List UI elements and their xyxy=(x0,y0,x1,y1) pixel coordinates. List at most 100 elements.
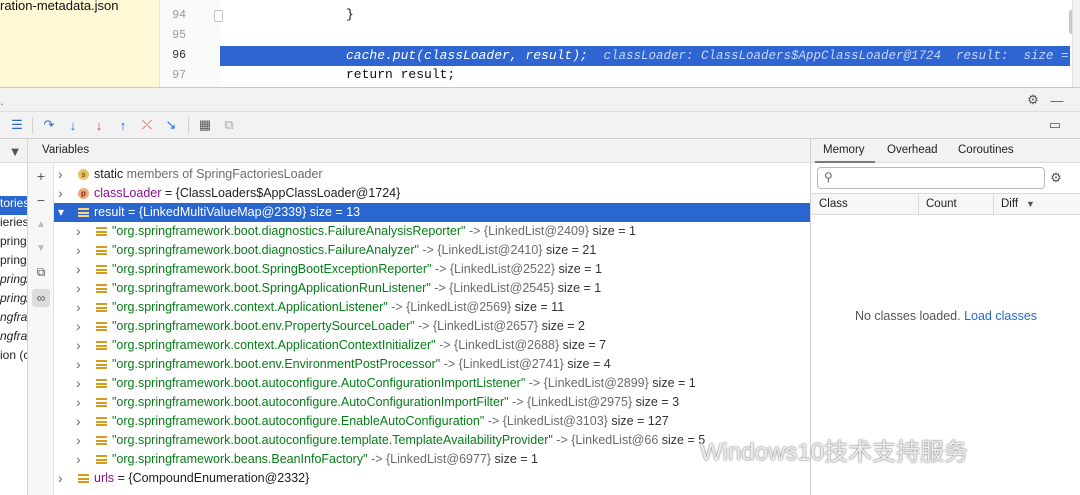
column-diff[interactable]: Diff xyxy=(1001,198,1018,210)
chevron-right-icon[interactable]: › xyxy=(76,260,86,279)
frame-item[interactable]: pringA xyxy=(0,234,27,253)
copy-icon[interactable]: ⧉ xyxy=(32,263,50,281)
map-key: "org.springframework.boot.SpringApplicat… xyxy=(112,281,431,295)
drop-frame-icon[interactable]: ⤫ xyxy=(138,116,156,134)
row-text: "org.springframework.boot.autoconfigure.… xyxy=(112,412,669,431)
chevron-right-icon[interactable]: › xyxy=(76,355,86,374)
list-field-icon xyxy=(96,283,107,294)
gear-icon[interactable]: ⚙ xyxy=(1024,91,1042,109)
code-line-current: cache.put(classLoader, result); classLoa… xyxy=(346,48,1069,63)
debug-tab-marker-icon[interactable]: ˎ xyxy=(0,92,4,106)
sort-down-icon[interactable]: ▼ xyxy=(1026,199,1035,209)
row-text: "org.springframework.boot.diagnostics.Fa… xyxy=(112,241,596,260)
map-value: -> {LinkedList@2522} xyxy=(431,262,555,276)
map-entry-row[interactable]: › "org.springframework.boot.SpringBootExc… xyxy=(54,260,810,279)
frame-item[interactable]: ngfra xyxy=(0,310,27,329)
frame-item[interactable]: pringA xyxy=(0,253,27,272)
add-watch-icon[interactable]: + xyxy=(32,167,50,185)
filter-icon[interactable]: ▼ xyxy=(6,142,24,160)
chevron-right-icon[interactable]: › xyxy=(58,184,68,203)
step-over-icon[interactable]: ↷ xyxy=(40,116,58,134)
map-entry-row[interactable]: › "org.springframework.boot.autoconfigure… xyxy=(54,431,810,450)
code-text: cache.put(classLoader, result); xyxy=(346,48,588,63)
map-entry-row[interactable]: › "org.springframework.boot.env.PropertyS… xyxy=(54,317,810,336)
inline-debug-hint: classLoader: ClassLoaders$AppClassLoader… xyxy=(603,49,1069,63)
map-entry-row[interactable]: › "org.springframework.boot.autoconfigure… xyxy=(54,412,810,431)
watches-toggle-icon[interactable]: ∞ xyxy=(32,289,50,307)
variables-tree[interactable]: › s static members of SpringFactoriesLoade… xyxy=(54,163,810,495)
fold-marker-icon[interactable] xyxy=(214,10,223,22)
move-up-icon[interactable]: ▲ xyxy=(32,215,50,233)
frame-label: ion (c xyxy=(0,348,28,362)
map-entry-row[interactable]: › "org.springframework.boot.autoconfigure… xyxy=(54,393,810,412)
chevron-right-icon[interactable]: › xyxy=(76,412,86,431)
map-key: "org.springframework.context.Application… xyxy=(112,300,388,314)
column-count[interactable]: Count xyxy=(926,198,957,210)
map-value: -> {LinkedList@2545} xyxy=(430,281,555,295)
frame-item[interactable]: ion (c xyxy=(0,348,28,367)
frame-item[interactable]: ngfra xyxy=(0,329,27,348)
map-entry-row[interactable]: › "org.springframework.boot.diagnostics.F… xyxy=(54,241,810,260)
chevron-right-icon[interactable]: › xyxy=(58,165,68,184)
chevron-right-icon[interactable]: › xyxy=(76,450,86,469)
gear-icon[interactable]: ⚙ xyxy=(1047,169,1065,187)
minimize-icon[interactable]: — xyxy=(1048,91,1066,109)
trace-icon[interactable]: ⧉ xyxy=(220,116,238,134)
variable-row[interactable]: › urls = {CompoundEnumeration@2332} xyxy=(54,469,810,488)
parameter-icon: p xyxy=(78,188,89,199)
chevron-right-icon[interactable]: › xyxy=(76,241,86,260)
variable-name: result xyxy=(94,205,125,219)
variable-row[interactable]: ▾ result = {LinkedMultiValueMap@2339} siz… xyxy=(54,203,810,222)
force-step-into-icon[interactable]: ↓ xyxy=(90,116,108,134)
load-classes-link[interactable]: Load classes xyxy=(964,309,1037,323)
map-entry-row[interactable]: › "org.springframework.context.Applicatio… xyxy=(54,336,810,355)
step-into-icon[interactable]: ↓ xyxy=(64,116,82,134)
project-file-label[interactable]: ration-metadata.json xyxy=(0,0,119,13)
variable-row[interactable]: › p classLoader = {ClassLoaders$AppClassLo… xyxy=(54,184,810,203)
chevron-right-icon[interactable]: › xyxy=(76,393,86,412)
size-label: size = 11 xyxy=(511,300,565,314)
chevron-right-icon[interactable]: › xyxy=(76,222,86,241)
code-editor[interactable]: ration-metadata.json 94 95 96 97 } cache… xyxy=(0,0,1080,88)
frame-item[interactable]: pring/ xyxy=(0,272,27,291)
size-label: size = 1 xyxy=(555,262,602,276)
tab-memory[interactable]: Memory xyxy=(823,144,865,156)
tab-overhead[interactable]: Overhead xyxy=(887,144,938,156)
chevron-right-icon[interactable]: › xyxy=(76,298,86,317)
chevron-down-icon[interactable]: ▾ xyxy=(58,203,68,222)
column-class[interactable]: Class xyxy=(819,198,848,210)
chevron-right-icon[interactable]: › xyxy=(76,317,86,336)
frames-list-icon[interactable]: ☰ xyxy=(8,116,26,134)
list-field-icon xyxy=(96,226,107,237)
size-label: size = 1 xyxy=(589,224,636,238)
chevron-right-icon[interactable]: › xyxy=(76,279,86,298)
search-icon: ⚲ xyxy=(824,170,833,184)
map-entry-row[interactable]: › "org.springframework.boot.diagnostics.F… xyxy=(54,222,810,241)
chevron-right-icon[interactable]: › xyxy=(76,431,86,450)
frame-item[interactable]: pring/ xyxy=(0,291,27,310)
memory-empty-state: No classes loaded. Load classes xyxy=(811,309,1080,323)
row-text: "org.springframework.context.Application… xyxy=(112,298,564,317)
step-out-icon[interactable]: ↑ xyxy=(114,116,132,134)
map-key: "org.springframework.boot.autoconfigure.… xyxy=(112,414,485,428)
chevron-right-icon[interactable]: › xyxy=(76,374,86,393)
remove-watch-icon[interactable]: − xyxy=(32,191,50,209)
memory-search-input[interactable]: ⚲ xyxy=(817,167,1045,189)
frame-item[interactable]: ieriesL xyxy=(0,215,27,234)
run-to-cursor-icon[interactable]: ↘ xyxy=(162,116,180,134)
evaluate-icon[interactable]: ▦ xyxy=(196,116,214,134)
map-entry-row[interactable]: › "org.springframework.boot.env.Environme… xyxy=(54,355,810,374)
right-tool-stripe xyxy=(1072,0,1080,87)
layout-icon[interactable]: ▭ xyxy=(1046,116,1064,134)
move-down-icon[interactable]: ▼ xyxy=(32,239,50,257)
map-entry-row[interactable]: › "org.springframework.boot.autoconfigure… xyxy=(54,374,810,393)
variable-row[interactable]: › s static members of SpringFactoriesLoade… xyxy=(54,165,810,184)
frame-item[interactable]: toriesL xyxy=(0,196,27,215)
chevron-right-icon[interactable]: › xyxy=(76,336,86,355)
map-entry-row[interactable]: › "org.springframework.boot.SpringApplica… xyxy=(54,279,810,298)
row-text: "org.springframework.beans.BeanInfoFacto… xyxy=(112,450,538,469)
map-entry-row[interactable]: › "org.springframework.context.Applicatio… xyxy=(54,298,810,317)
tab-coroutines[interactable]: Coroutines xyxy=(958,144,1014,156)
map-entry-row[interactable]: › "org.springframework.beans.BeanInfoFact… xyxy=(54,450,810,469)
chevron-right-icon[interactable]: › xyxy=(58,469,68,488)
